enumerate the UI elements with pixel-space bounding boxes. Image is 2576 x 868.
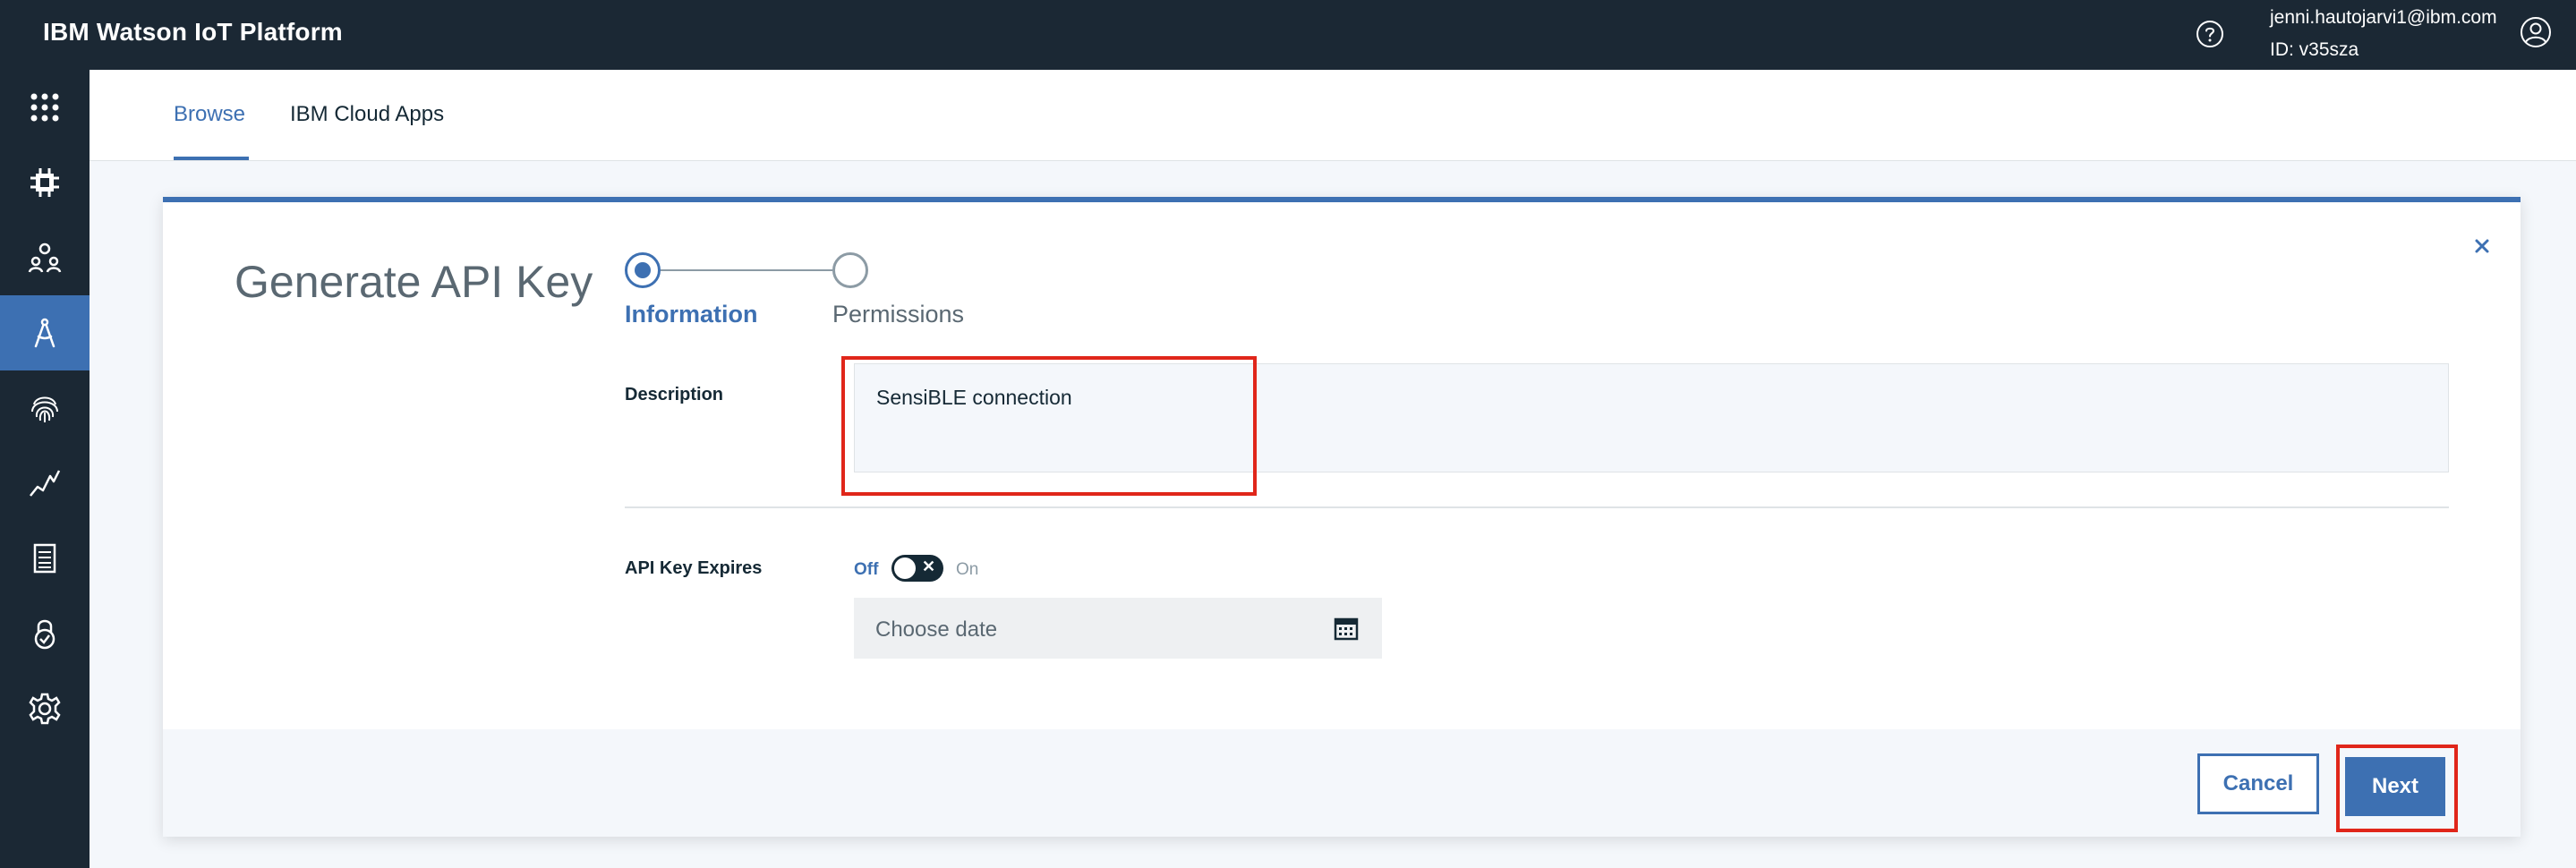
sidebar-item-security[interactable] xyxy=(0,370,90,446)
sidebar-item-apps[interactable] xyxy=(0,295,90,370)
sidebar-item-usage[interactable] xyxy=(0,446,90,521)
sidebar-item-apps-grid[interactable] xyxy=(0,70,90,145)
modal-footer xyxy=(163,729,2521,837)
members-icon xyxy=(28,243,62,273)
step-information-label: Information xyxy=(625,301,758,328)
tab-browse[interactable]: Browse xyxy=(174,102,245,127)
toggle-knob xyxy=(894,557,916,579)
description-highlight-box xyxy=(841,356,1257,496)
help-icon[interactable] xyxy=(2195,19,2225,49)
lock-check-icon xyxy=(34,619,55,650)
user-id: ID: v35sza xyxy=(2270,39,2359,60)
progress-line xyxy=(661,269,832,271)
fingerprint-icon xyxy=(31,396,58,422)
grid-icon xyxy=(30,93,59,122)
sidebar-item-devices[interactable] xyxy=(0,145,90,220)
active-tab-indicator xyxy=(174,157,249,160)
next-highlight-box xyxy=(2336,745,2458,832)
step-permissions-label: Permissions xyxy=(832,301,965,328)
step-permissions-indicator xyxy=(832,252,868,288)
toggle-on-label: On xyxy=(956,560,979,579)
description-label: Description xyxy=(625,385,724,404)
api-key-expires-label: API Key Expires xyxy=(625,558,763,578)
close-icon[interactable] xyxy=(2469,233,2495,260)
top-bar: IBM Watson IoT Platform jenni.hautojarvi… xyxy=(0,0,2576,70)
chip-icon xyxy=(30,168,59,197)
sidebar-item-settings[interactable] xyxy=(0,671,90,746)
step-information-indicator xyxy=(625,252,661,288)
divider xyxy=(625,506,2449,508)
date-placeholder: Choose date xyxy=(875,617,998,642)
user-email: jenni.hautojarvi1@ibm.com xyxy=(2270,7,2497,28)
chart-icon xyxy=(30,470,61,497)
sidebar-item-rules[interactable] xyxy=(0,521,90,596)
modal-title: Generate API Key xyxy=(235,257,593,307)
tab-ibm-cloud-apps[interactable]: IBM Cloud Apps xyxy=(290,102,444,127)
choose-date-input[interactable]: Choose date xyxy=(854,598,1382,659)
generate-api-key-modal: Generate API Key Information Permissions… xyxy=(163,197,2521,837)
compass-icon xyxy=(34,318,55,348)
cancel-button[interactable]: Cancel xyxy=(2197,753,2319,814)
app-title[interactable]: IBM Watson IoT Platform xyxy=(43,18,343,47)
sidebar xyxy=(0,70,90,868)
step-current-dot xyxy=(635,262,651,278)
user-avatar-icon[interactable] xyxy=(2519,15,2553,49)
document-icon xyxy=(33,543,56,574)
toggle-off-label: Off xyxy=(854,560,879,579)
tabs-bar: Browse IBM Cloud Apps xyxy=(90,70,2576,161)
expires-toggle[interactable]: ✕ xyxy=(891,555,943,582)
sidebar-item-risk[interactable] xyxy=(0,596,90,671)
sidebar-item-members[interactable] xyxy=(0,220,90,295)
gear-icon xyxy=(29,693,61,725)
calendar-icon[interactable] xyxy=(1333,615,1360,642)
toggle-x-icon: ✕ xyxy=(922,557,936,575)
